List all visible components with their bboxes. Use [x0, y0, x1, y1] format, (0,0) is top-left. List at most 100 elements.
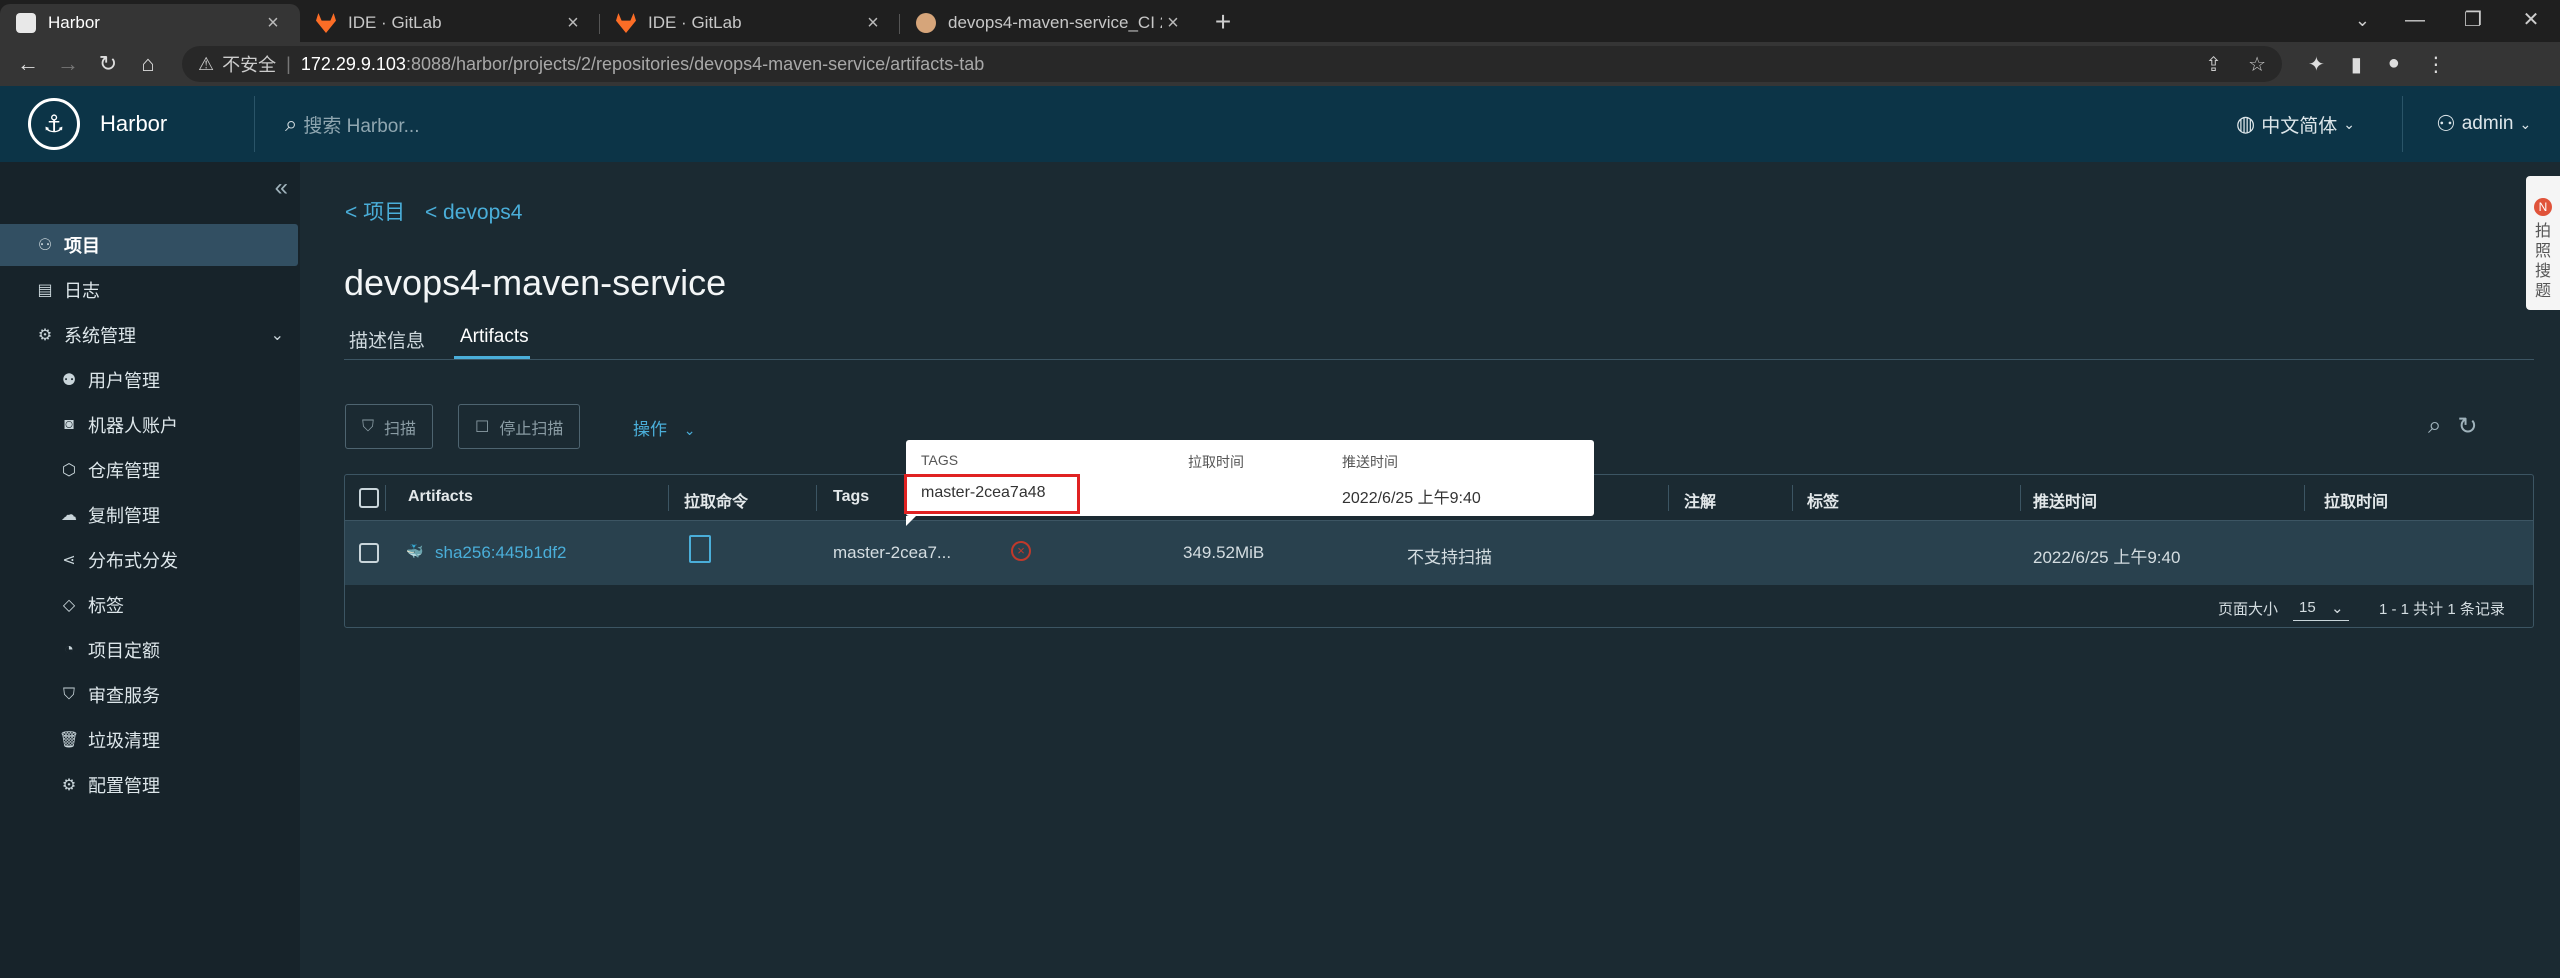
- chevron-down-icon: ⌄: [2331, 600, 2344, 617]
- chevron-down-icon: ⌄: [270, 327, 284, 344]
- sidebar-item-distributions[interactable]: ⋖ 分布式分发: [0, 539, 300, 581]
- warning-icon[interactable]: ⚠: [198, 54, 214, 75]
- tab-info[interactable]: 描述信息: [349, 326, 425, 353]
- sidebar-item-interrogation[interactable]: ⛉ 审查服务: [0, 674, 300, 716]
- browser-tab-jenkins[interactable]: devops4-maven-service_CI 2c ×: [900, 4, 1200, 42]
- tab-title: IDE · GitLab: [648, 13, 742, 32]
- tab-title: IDE · GitLab: [348, 13, 442, 32]
- column-push-time[interactable]: 推送时间: [2033, 488, 2097, 512]
- reload-icon[interactable]: ↻: [88, 51, 128, 77]
- breadcrumb-devops4[interactable]: < devops4: [425, 201, 523, 224]
- stop-scan-button[interactable]: ☐ 停止扫描: [458, 404, 581, 449]
- harbor-favicon: [16, 13, 36, 33]
- column-pull-command[interactable]: 拉取命令: [684, 488, 748, 512]
- username: admin: [2461, 113, 2514, 134]
- sidebar-item-projects[interactable]: ⚇ 项目: [0, 224, 298, 266]
- column-labels[interactable]: 标签: [1807, 488, 1839, 512]
- sidebar-item-users[interactable]: ⚉ 用户管理: [0, 359, 300, 401]
- side-widget[interactable]: N 拍照搜题: [2526, 176, 2560, 310]
- tab-search-icon[interactable]: ⌄: [2355, 0, 2370, 40]
- admin-icon: ⚙: [37, 327, 53, 344]
- menu-icon[interactable]: ⋮: [2426, 52, 2446, 77]
- browser-tab-gitlab-1[interactable]: IDE · GitLab ×: [300, 4, 600, 42]
- gitlab-icon: [316, 13, 336, 33]
- sidebar-item-robot-accounts[interactable]: ◙ 机器人账户: [0, 404, 300, 446]
- close-icon[interactable]: ×: [1162, 12, 1184, 35]
- sidebar-item-quotas[interactable]: ◔ 项目定额: [0, 629, 300, 671]
- new-tab-button[interactable]: +: [1200, 4, 1246, 42]
- sidebar-item-administration[interactable]: ⚙ 系统管理 ⌄: [0, 314, 300, 356]
- refresh-icon[interactable]: ↻: [2457, 412, 2477, 441]
- popover-push-time: 2022/6/25 上午9:40: [1342, 490, 1481, 507]
- popover-header-tags: TAGS: [921, 452, 959, 468]
- close-icon[interactable]: ×: [262, 12, 284, 35]
- breadcrumb: < 项目 < devops4: [345, 196, 536, 226]
- collapse-sidebar-icon[interactable]: «: [275, 174, 288, 202]
- repository-tabs: 描述信息 Artifacts: [344, 322, 2534, 360]
- search-icon: ⌕: [285, 111, 298, 136]
- project-icon: ⚇: [37, 237, 53, 254]
- restore-icon[interactable]: ❐: [2444, 0, 2502, 42]
- users-icon: ⚉: [61, 372, 77, 389]
- close-icon[interactable]: ×: [862, 12, 884, 35]
- replication-icon: ☁: [61, 507, 77, 524]
- sidebar-item-logs[interactable]: ▤ 日志: [0, 269, 300, 311]
- page-size-select[interactable]: 15 ⌄: [2293, 593, 2349, 621]
- row-vulnerabilities: 不支持扫描: [1407, 548, 1492, 567]
- table-row[interactable]: 🐳 sha256:445b1df2 master-2cea7... × 349.…: [345, 521, 2533, 585]
- jenkins-icon: [916, 13, 936, 33]
- scan-button[interactable]: ⛉ 扫描: [345, 404, 434, 449]
- sidebar-item-registries[interactable]: ⬡ 仓库管理: [0, 449, 300, 491]
- copy-icon[interactable]: [689, 535, 711, 563]
- harbor-logo-icon[interactable]: ⚓: [28, 98, 80, 150]
- registry-icon: ⬡: [62, 462, 76, 479]
- language-selector[interactable]: ◍ 中文简体 ⌄: [2236, 111, 2355, 138]
- highlight-box: [904, 474, 1080, 514]
- gear-icon: ⚙: [61, 777, 77, 794]
- forward-icon[interactable]: →: [48, 51, 88, 77]
- sidebar-item-configuration[interactable]: ⚙ 配置管理: [0, 764, 300, 806]
- back-icon[interactable]: ←: [8, 51, 48, 77]
- global-search[interactable]: ⌕ 搜索 Harbor...: [285, 111, 419, 138]
- search-icon[interactable]: ⌕: [2428, 412, 2441, 441]
- row-push-time: 2022/6/25 上午9:40: [2033, 548, 2181, 567]
- trash-icon: 🗑: [58, 732, 80, 749]
- sidepanel-icon[interactable]: ▮: [2351, 52, 2362, 77]
- user-icon: ⚇: [2436, 111, 2456, 136]
- popover-header-push-time: 推送时间: [1342, 454, 1398, 470]
- sidebar-item-garbage-collection[interactable]: 🗑 垃圾清理: [0, 719, 300, 761]
- window-close-icon[interactable]: ✕: [2502, 0, 2560, 42]
- home-icon[interactable]: ⌂: [128, 51, 168, 77]
- globe-icon: ◍: [2236, 111, 2256, 136]
- extensions-icon[interactable]: ✦: [2308, 52, 2325, 77]
- artifact-digest-link[interactable]: sha256:445b1df2: [435, 543, 566, 563]
- search-input[interactable]: 搜索 Harbor...: [303, 111, 419, 138]
- browser-tab-strip: Harbor × IDE · GitLab × IDE · GitLab × d…: [0, 0, 2560, 42]
- address-bar[interactable]: ⚠ 不安全 | 172.29.9.103 :8088/harbor/projec…: [182, 46, 2282, 82]
- distribution-icon: ⋖: [62, 552, 76, 569]
- user-menu[interactable]: ⚇ admin ⌄: [2436, 111, 2531, 137]
- row-tags[interactable]: master-2cea7...: [833, 543, 951, 563]
- profile-icon[interactable]: ●: [2388, 52, 2400, 77]
- column-annotations[interactable]: 注解: [1684, 488, 1716, 512]
- browser-tab-harbor[interactable]: Harbor ×: [0, 4, 300, 42]
- select-all-checkbox[interactable]: [359, 488, 379, 508]
- browser-tab-gitlab-2[interactable]: IDE · GitLab ×: [600, 4, 900, 42]
- robot-icon: ◙: [64, 416, 74, 433]
- minimize-icon[interactable]: —: [2386, 0, 2444, 42]
- sidebar-item-replications[interactable]: ☁ 复制管理: [0, 494, 300, 536]
- column-tags[interactable]: Tags: [833, 488, 869, 506]
- sidebar-item-labels[interactable]: ◇ 标签: [0, 584, 300, 626]
- close-icon[interactable]: ×: [562, 12, 584, 35]
- security-label: 不安全: [222, 55, 277, 75]
- share-icon[interactable]: ⇪: [2205, 52, 2222, 77]
- url-host: 172.29.9.103: [300, 53, 406, 74]
- tab-artifacts[interactable]: Artifacts: [460, 326, 529, 348]
- column-pull-time[interactable]: 拉取时间: [2324, 488, 2388, 512]
- column-artifacts[interactable]: Artifacts: [408, 488, 473, 506]
- actions-dropdown[interactable]: 操作 ⌄: [633, 415, 695, 440]
- bookmark-star-icon[interactable]: ☆: [2248, 52, 2266, 77]
- brand-name[interactable]: Harbor: [100, 111, 167, 137]
- row-checkbox[interactable]: [359, 543, 379, 563]
- breadcrumb-projects[interactable]: < 项目: [345, 201, 405, 224]
